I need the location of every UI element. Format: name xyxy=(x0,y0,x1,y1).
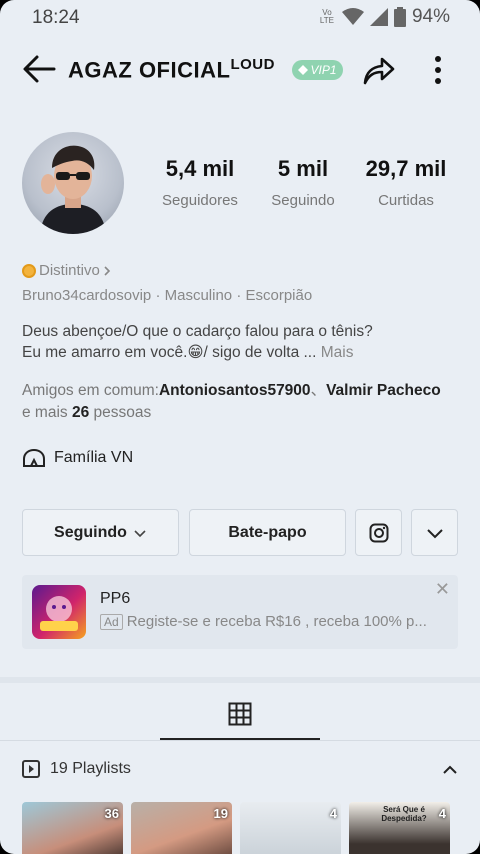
playlist-video-count: 36 xyxy=(104,806,119,821)
meta-dot: · xyxy=(155,287,165,304)
mutual-prefix: Amigos em comum: xyxy=(22,382,159,399)
badge-link[interactable]: Distintivo xyxy=(22,262,111,279)
likes-stat[interactable]: 29,7 mil Curtidas xyxy=(360,156,452,209)
mutual-more-prefix: e mais xyxy=(22,404,68,421)
following-count: 5 mil xyxy=(277,156,329,181)
profile-display-name: AGAZ OFICIALLOUD xyxy=(68,56,275,83)
following-stat[interactable]: 5 mil Seguindo xyxy=(266,156,340,209)
ad-description: Ad Registe-se e receba R$16 , receba 100%… xyxy=(100,613,440,630)
playlists-count-label: 19 Playlists xyxy=(50,760,131,777)
gender: Masculino xyxy=(164,287,233,304)
mutual-more-count: 26 xyxy=(71,404,90,421)
followers-stat[interactable]: 5,4 mil Seguidores xyxy=(160,156,240,209)
family-house-icon xyxy=(23,448,45,467)
suggestions-toggle-button[interactable] xyxy=(411,509,458,556)
bio-line-2-wrap: Eu me amarro em você.😁/ sigo de volta ..… xyxy=(22,342,462,363)
username: Bruno34cardosovip xyxy=(22,287,152,304)
ad-app-logo xyxy=(32,585,86,639)
playlist-thumb[interactable]: 36 xyxy=(22,802,123,854)
battery-icon xyxy=(393,7,406,27)
playlist-video-count: 19 xyxy=(213,806,228,821)
bio-line-2: Eu me amarro em você.😁/ sigo de volta ..… xyxy=(22,344,317,361)
following-label: Seguindo xyxy=(271,192,335,209)
section-divider xyxy=(0,677,480,683)
back-arrow-icon[interactable] xyxy=(22,54,56,84)
ad-text: Registe-se e receba R$16 , receba 100% p… xyxy=(126,613,427,630)
profile-screen: 18:24 Vo LTE 94% AGAZ OFICIALLOUD VIP1 5… xyxy=(0,0,480,854)
playlist-thumbnails: 36 19 4 Será Que é Despedida? 4 xyxy=(22,802,450,854)
likes-count: 29,7 mil xyxy=(365,156,447,181)
profile-header: AGAZ OFICIALLOUD VIP1 xyxy=(0,46,480,94)
status-icons: Vo LTE 94% xyxy=(318,6,450,28)
badge-coin-icon xyxy=(22,263,36,278)
vip-badge[interactable]: VIP1 xyxy=(292,60,343,80)
playlist-video-count: 4 xyxy=(329,806,337,821)
volte-indicator: Vo LTE xyxy=(319,8,334,25)
mutual-friend-1: Antoniosantos57900 xyxy=(158,382,311,399)
chat-button[interactable]: Bate-papo xyxy=(189,509,346,556)
playlist-video-count: 4 xyxy=(438,806,446,821)
badge-label: Distintivo xyxy=(39,262,100,279)
status-bar: 18:24 Vo LTE 94% xyxy=(0,0,480,36)
more-options-icon[interactable] xyxy=(426,54,450,86)
chevron-up-icon[interactable] xyxy=(442,762,458,778)
playlist-thumb[interactable]: 19 xyxy=(131,802,232,854)
ad-logo-art xyxy=(40,596,78,631)
chevron-down-icon xyxy=(426,528,443,538)
ad-banner[interactable]: PP6 Ad Registe-se e receba R$16 , receba … xyxy=(22,575,458,649)
family-name: Família VN xyxy=(54,449,134,466)
likes-label: Curtidas xyxy=(378,192,434,209)
diamond-icon xyxy=(298,65,309,75)
display-name-text: AGAZ OFICIAL xyxy=(68,57,231,83)
tab-separator xyxy=(0,740,480,741)
bio-line-1: Deus abençoe/O que o cadarço falou para … xyxy=(22,323,373,340)
chevron-down-icon xyxy=(134,529,146,537)
chat-button-label: Bate-papo xyxy=(228,523,307,541)
followers-label: Seguidores xyxy=(162,192,238,209)
share-icon[interactable] xyxy=(360,52,396,88)
mutual-friend-2: Valmir Pacheco xyxy=(326,382,441,399)
zodiac-sign: Escorpião xyxy=(245,287,313,304)
display-name-suffix: LOUD xyxy=(230,56,275,73)
ad-title: PP6 xyxy=(100,590,131,607)
wifi-icon xyxy=(341,8,364,25)
vip-label: VIP1 xyxy=(310,63,337,77)
chevron-right-icon xyxy=(104,265,110,276)
mutual-separator: 、 xyxy=(310,382,327,399)
family-link[interactable]: Família VN xyxy=(22,448,133,468)
playlist-thumb-caption: Será Que é Despedida? xyxy=(381,805,427,823)
mutual-more-suffix: pessoas xyxy=(93,404,152,421)
playlist-thumb[interactable]: 4 xyxy=(240,802,341,854)
signal-icon xyxy=(369,8,388,26)
status-time: 18:24 xyxy=(32,7,80,28)
profile-meta: Bruno34cardosovip · Masculino · Escorpiã… xyxy=(22,287,312,304)
mutual-friends[interactable]: Amigos em comum:Antoniosantos57900、Valmi… xyxy=(22,380,462,424)
grid-icon[interactable] xyxy=(228,702,252,726)
following-button[interactable]: Seguindo xyxy=(22,509,179,556)
profile-bio: Deus abençoe/O que o cadarço falou para … xyxy=(22,321,462,363)
battery-percent: 94% xyxy=(411,6,450,27)
playlist-thumb[interactable]: Será Que é Despedida? 4 xyxy=(349,802,450,854)
profile-avatar[interactable] xyxy=(22,132,124,234)
instagram-icon xyxy=(369,523,388,542)
ad-tag: Ad xyxy=(100,614,123,630)
instagram-button[interactable] xyxy=(355,509,402,556)
playlists-header[interactable]: 19 Playlists xyxy=(22,760,131,778)
avatar-image xyxy=(40,145,106,234)
bio-more-link[interactable]: Mais xyxy=(321,344,354,361)
close-icon[interactable]: ✕ xyxy=(435,579,450,600)
followers-count: 5,4 mil xyxy=(165,156,235,181)
playlist-icon xyxy=(22,760,40,778)
following-button-label: Seguindo xyxy=(54,523,127,541)
